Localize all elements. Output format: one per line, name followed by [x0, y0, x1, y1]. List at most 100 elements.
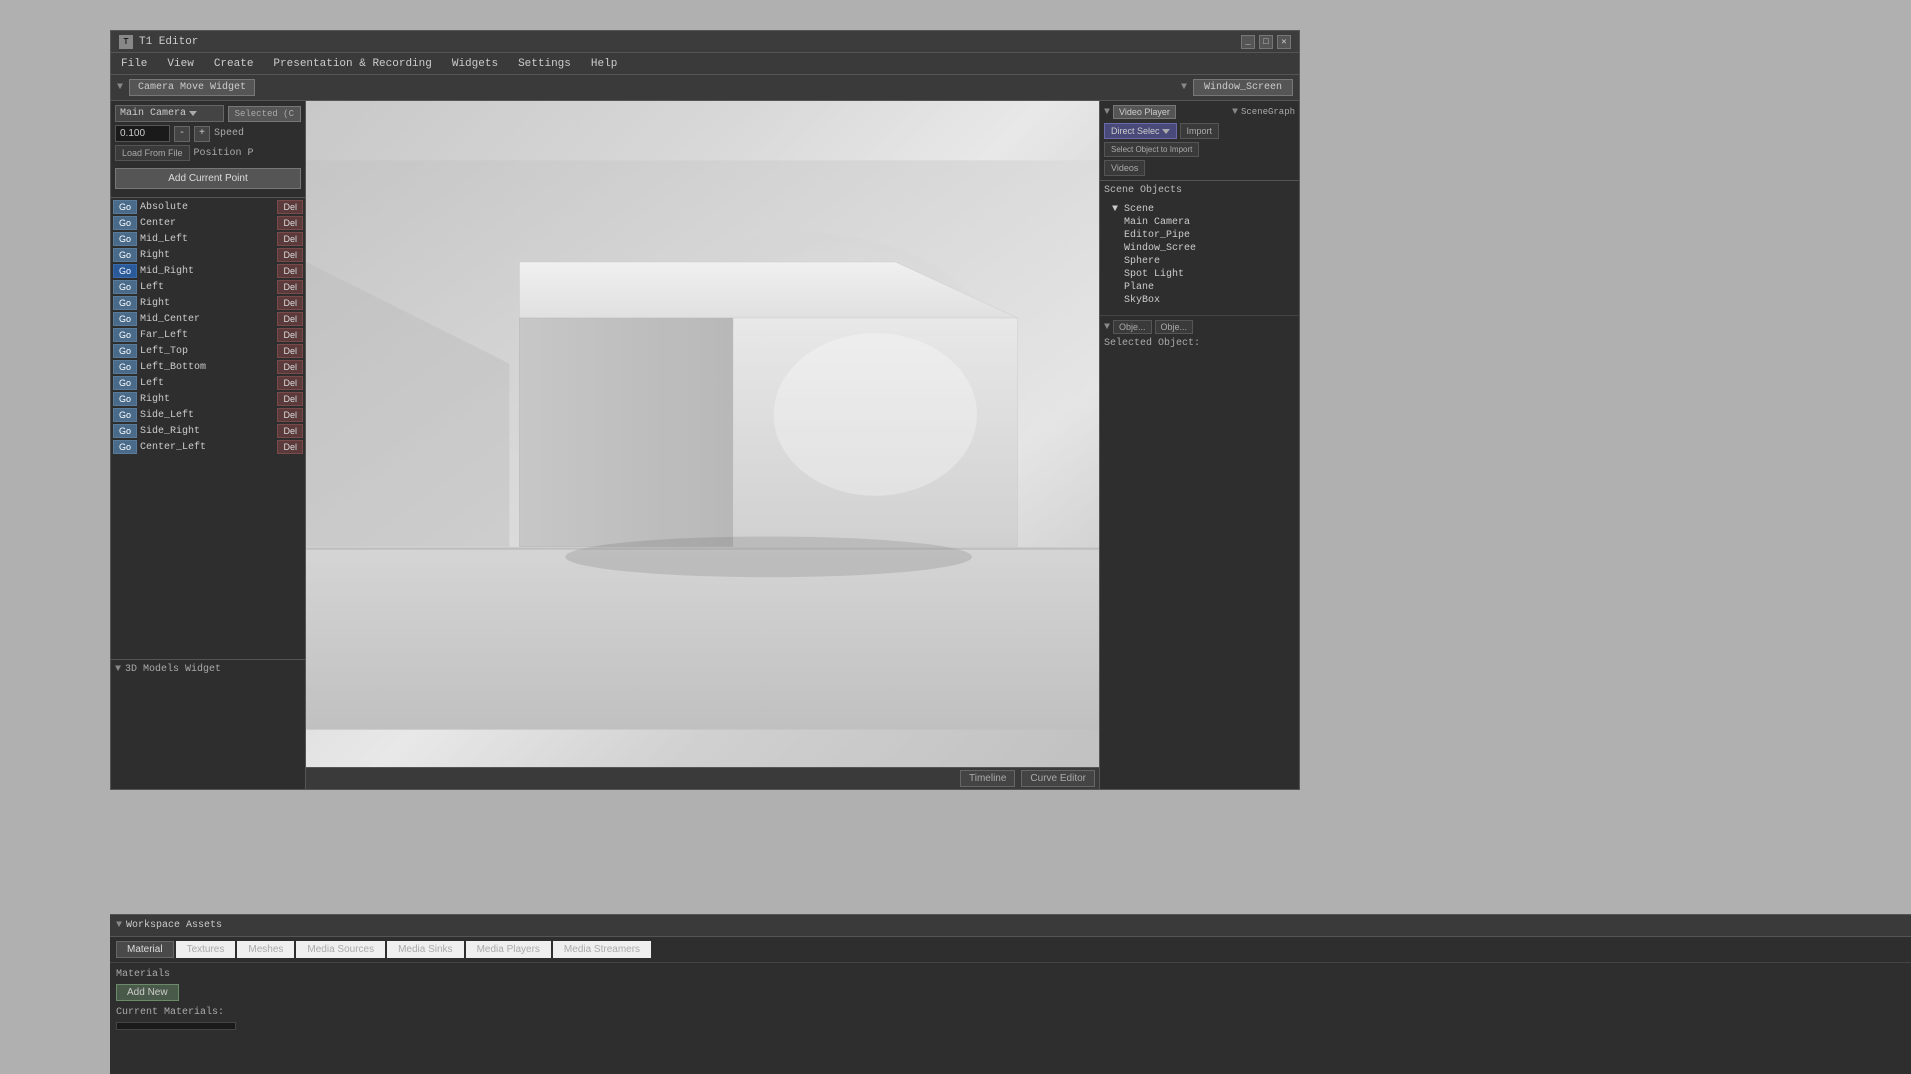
close-button[interactable]: ✕	[1277, 35, 1291, 49]
del-button-15[interactable]: Del	[277, 440, 303, 454]
tab-media-sources[interactable]: Media Sources	[296, 941, 385, 958]
del-button-13[interactable]: Del	[277, 408, 303, 422]
scene-item-plane[interactable]: Plane	[1108, 281, 1291, 294]
viewport-scene	[306, 101, 1099, 789]
obj-tab1[interactable]: Obje...	[1113, 320, 1152, 334]
scene-item-main-camera[interactable]: Main Camera	[1108, 216, 1291, 229]
window-screen-tab[interactable]: Window_Screen	[1193, 79, 1293, 96]
tab-meshes[interactable]: Meshes	[237, 941, 294, 958]
go-button-14[interactable]: Go	[113, 424, 137, 438]
del-button-14[interactable]: Del	[277, 424, 303, 438]
right-toolbar: ▼ Video Player ▼ SceneGraph	[1104, 105, 1295, 119]
cam-name-1: Center	[140, 218, 274, 229]
timeline-tab[interactable]: Timeline	[960, 770, 1015, 787]
tab-media-streamers[interactable]: Media Streamers	[553, 941, 651, 958]
scene-objects-title: Scene Objects	[1104, 185, 1295, 196]
maximize-button[interactable]: □	[1259, 35, 1273, 49]
menu-settings[interactable]: Settings	[514, 56, 575, 72]
cam-name-5: Left	[140, 282, 274, 293]
cam-name-6: Right	[140, 298, 274, 309]
tab-media-players[interactable]: Media Players	[466, 941, 551, 958]
select-object-button[interactable]: Select Object to Import	[1104, 142, 1199, 157]
minimize-button[interactable]: _	[1241, 35, 1255, 49]
cam-name-8: Far_Left	[140, 330, 274, 341]
del-button-11[interactable]: Del	[277, 376, 303, 390]
minus-button[interactable]: -	[174, 126, 190, 142]
object-properties-section: ▼ Obje... Obje... Selected Object:	[1100, 316, 1299, 353]
camera-dropdown[interactable]: Main Camera	[115, 105, 224, 122]
del-button-4[interactable]: Del	[277, 264, 303, 278]
video-player-button[interactable]: Video Player	[1113, 105, 1176, 119]
menu-create[interactable]: Create	[210, 56, 258, 72]
obj-props-header: ▼ Obje... Obje...	[1104, 320, 1295, 334]
del-button-3[interactable]: Del	[277, 248, 303, 262]
direct-select-button[interactable]: Direct Selec	[1104, 123, 1177, 139]
cam-row-13: GoSide_LeftDel	[113, 408, 303, 422]
menu-file[interactable]: File	[117, 56, 151, 72]
del-button-6[interactable]: Del	[277, 296, 303, 310]
load-from-file-button[interactable]: Load From File	[115, 145, 190, 161]
scene-item-sphere[interactable]: Sphere	[1108, 255, 1291, 268]
videos-button[interactable]: Videos	[1104, 160, 1145, 176]
models-title: 3D Models Widget	[125, 664, 221, 675]
go-button-0[interactable]: Go	[113, 200, 137, 214]
go-button-12[interactable]: Go	[113, 392, 137, 406]
go-button-3[interactable]: Go	[113, 248, 137, 262]
cam-row-7: GoMid_CenterDel	[113, 312, 303, 326]
go-button-11[interactable]: Go	[113, 376, 137, 390]
scene-item-window-screen[interactable]: Window_Scree	[1108, 242, 1291, 255]
plus-button[interactable]: +	[194, 126, 210, 142]
tab-media-sinks[interactable]: Media Sinks	[387, 941, 463, 958]
models-filter-icon: ▼	[115, 664, 121, 675]
go-button-2[interactable]: Go	[113, 232, 137, 246]
add-current-point-button[interactable]: Add Current Point	[115, 168, 301, 189]
scene-root[interactable]: ▼ Scene	[1108, 203, 1291, 216]
go-button-4[interactable]: Go	[113, 264, 137, 278]
del-button-0[interactable]: Del	[277, 200, 303, 214]
del-button-2[interactable]: Del	[277, 232, 303, 246]
del-button-1[interactable]: Del	[277, 216, 303, 230]
left-panel: Main Camera Selected (C - + Speed Load F…	[111, 101, 306, 789]
menu-help[interactable]: Help	[587, 56, 621, 72]
cam-row-15: GoCenter_LeftDel	[113, 440, 303, 454]
cam-name-0: Absolute	[140, 202, 274, 213]
add-new-button[interactable]: Add New	[116, 984, 179, 1001]
del-button-7[interactable]: Del	[277, 312, 303, 326]
go-button-5[interactable]: Go	[113, 280, 137, 294]
cam-row-6: GoRightDel	[113, 296, 303, 310]
camera-move-widget-button[interactable]: Camera Move Widget	[129, 79, 255, 96]
go-button-1[interactable]: Go	[113, 216, 137, 230]
tab-material[interactable]: Material	[116, 941, 174, 958]
workspace-title: Workspace Assets	[126, 920, 222, 931]
import-button[interactable]: Import	[1180, 123, 1220, 139]
go-button-10[interactable]: Go	[113, 360, 137, 374]
menu-widgets[interactable]: Widgets	[448, 56, 502, 72]
go-button-6[interactable]: Go	[113, 296, 137, 310]
go-button-9[interactable]: Go	[113, 344, 137, 358]
scene-item-skybox[interactable]: SkyBox	[1108, 294, 1291, 307]
del-button-12[interactable]: Del	[277, 392, 303, 406]
toolbar: ▼ Camera Move Widget ▼ Window_Screen	[111, 75, 1299, 101]
go-button-15[interactable]: Go	[113, 440, 137, 454]
scene-item-editor-pipe[interactable]: Editor_Pipe	[1108, 229, 1291, 242]
obj-tab2[interactable]: Obje...	[1155, 320, 1194, 334]
curve-editor-tab[interactable]: Curve Editor	[1021, 770, 1095, 787]
del-button-8[interactable]: Del	[277, 328, 303, 342]
obj-filter-icon: ▼	[1104, 322, 1110, 333]
go-button-8[interactable]: Go	[113, 328, 137, 342]
tab-textures[interactable]: Textures	[176, 941, 236, 958]
cam-name-13: Side_Left	[140, 410, 274, 421]
del-button-10[interactable]: Del	[277, 360, 303, 374]
selected-object-label: Selected Object:	[1104, 338, 1295, 349]
speed-input[interactable]	[115, 125, 170, 142]
scene-item-spot-light[interactable]: Spot Light	[1108, 268, 1291, 281]
go-button-7[interactable]: Go	[113, 312, 137, 326]
menu-view[interactable]: View	[163, 56, 197, 72]
go-button-13[interactable]: Go	[113, 408, 137, 422]
del-button-9[interactable]: Del	[277, 344, 303, 358]
menu-presentation[interactable]: Presentation & Recording	[269, 56, 435, 72]
direct-select-arrow	[1162, 129, 1170, 134]
del-button-5[interactable]: Del	[277, 280, 303, 294]
cam-name-12: Right	[140, 394, 274, 405]
viewport[interactable]: Timeline Curve Editor	[306, 101, 1099, 789]
